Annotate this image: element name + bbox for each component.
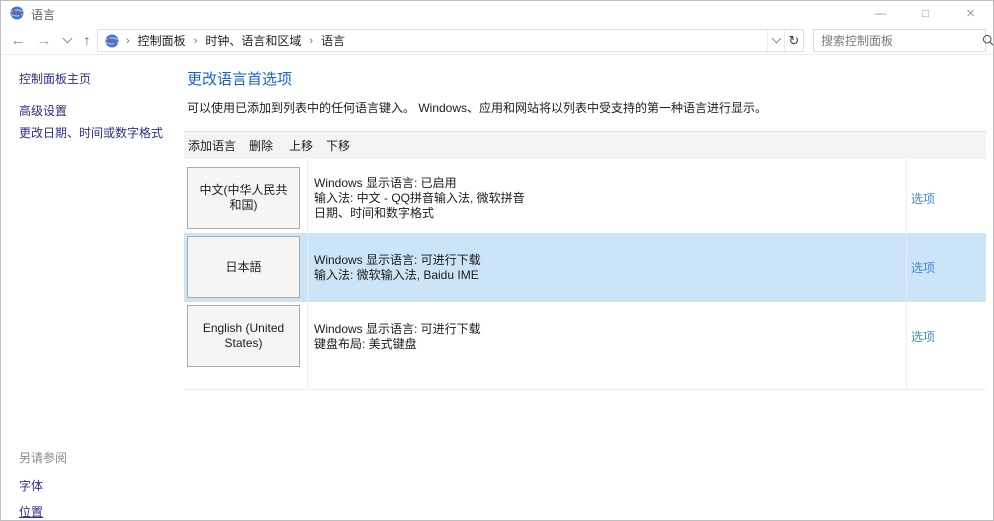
display-language-status: Windows 显示语言: 已启用 (314, 176, 874, 191)
address-bar[interactable]: › 控制面板 › 时钟、语言和区域 › 语言 ↻ (97, 29, 804, 52)
sidebar-item-control-panel-home[interactable]: 控制面板主页 (19, 70, 91, 87)
window-controls: — □ × (858, 1, 993, 25)
display-language-status: Windows 显示语言: 可进行下载 (314, 253, 874, 268)
main-content: 更改语言首选项 可以使用已添加到列表中的任何语言键入。 Windows、应用和网… (184, 55, 993, 521)
sidebar: 控制面板主页 高级设置 更改日期、时间或数字格式 另请参阅 字体 位置 (1, 55, 184, 521)
language-globe-icon (104, 33, 120, 49)
language-details: Windows 显示语言: 可进行下载 输入法: 微软输入法, Baidu IM… (314, 233, 874, 302)
move-up-button[interactable]: 上移 (289, 137, 326, 154)
sidebar-item-change-date-time-formats[interactable]: 更改日期、时间或数字格式 (19, 124, 163, 141)
search-box (813, 29, 986, 52)
refresh-icon[interactable]: ↻ (784, 30, 803, 51)
breadcrumb: › 控制面板 › 时钟、语言和区域 › 语言 (120, 32, 767, 49)
sidebar-item-advanced-settings[interactable]: 高级设置 (19, 102, 67, 119)
list-options-divider (906, 159, 907, 389)
keyboard-layout-info: 键盘布局: 美式键盘 (314, 337, 874, 352)
forward-arrow-icon[interactable]: → (33, 25, 55, 55)
up-arrow-icon[interactable]: ↑ (77, 25, 97, 55)
minimize-button[interactable]: — (858, 1, 903, 25)
language-tile-chinese[interactable]: 中文(中华人民共和国) (187, 167, 300, 229)
see-also-section: 另请参阅 字体 位置 (19, 449, 67, 521)
window-title: 语言 (31, 6, 55, 23)
input-method-info: 输入法: 中文 - QQ拼音输入法, 微软拼音 (314, 191, 874, 206)
language-details: Windows 显示语言: 已启用 输入法: 中文 - QQ拼音输入法, 微软拼… (314, 164, 874, 233)
language-details: Windows 显示语言: 可进行下载 键盘布局: 美式键盘 (314, 302, 874, 371)
navigation-bar: ← → ↑ › 控制面板 › 时钟、语言和区域 › 语言 ↻ (1, 25, 993, 55)
language-tile-english[interactable]: English (United States) (187, 305, 300, 367)
magnifier-icon[interactable] (976, 34, 994, 47)
move-down-button[interactable]: 下移 (326, 137, 363, 154)
search-input[interactable] (814, 34, 976, 48)
breadcrumb-separator: › (188, 35, 204, 47)
breadcrumb-separator: › (303, 35, 319, 47)
close-button[interactable]: × (948, 1, 993, 25)
language-list: 中文(中华人民共和国) Windows 显示语言: 已启用 输入法: 中文 - … (184, 159, 986, 390)
options-link-japanese[interactable]: 选项 (911, 233, 935, 302)
list-column-divider (307, 159, 308, 389)
window-body: 控制面板主页 高级设置 更改日期、时间或数字格式 另请参阅 字体 位置 更改语言… (1, 55, 993, 521)
options-link-english[interactable]: 选项 (911, 302, 935, 371)
breadcrumb-clock-language-region[interactable]: 时钟、语言和区域 (203, 32, 303, 49)
language-toolbar: 添加语言 删除 上移 下移 (184, 131, 986, 159)
add-language-button[interactable]: 添加语言 (188, 137, 249, 154)
sidebar-item-fonts[interactable]: 字体 (19, 477, 67, 494)
breadcrumb-language[interactable]: 语言 (319, 32, 347, 49)
address-dropdown-chevron-icon[interactable] (767, 30, 784, 51)
date-time-format-info: 日期、时间和数字格式 (314, 206, 874, 221)
language-row-chinese[interactable]: 中文(中华人民共和国) Windows 显示语言: 已启用 输入法: 中文 - … (184, 164, 986, 233)
breadcrumb-separator: › (120, 35, 136, 47)
language-globe-icon (9, 5, 25, 21)
language-row-english[interactable]: English (United States) Windows 显示语言: 可进… (184, 302, 986, 371)
language-tile-japanese[interactable]: 日本語 (187, 236, 300, 298)
maximize-button[interactable]: □ (903, 1, 948, 25)
language-row-japanese[interactable]: 日本語 Windows 显示语言: 可进行下载 输入法: 微软输入法, Baid… (184, 233, 986, 302)
history-chevron-down-icon[interactable] (59, 25, 75, 55)
remove-button[interactable]: 删除 (249, 137, 289, 154)
page-description: 可以使用已添加到列表中的任何语言键入。 Windows、应用和网站将以列表中受支… (187, 99, 767, 116)
back-arrow-icon[interactable]: ← (7, 25, 29, 55)
page-title: 更改语言首选项 (187, 68, 292, 89)
see-also-header: 另请参阅 (19, 449, 67, 466)
sidebar-item-location[interactable]: 位置 (19, 503, 67, 520)
display-language-status: Windows 显示语言: 可进行下载 (314, 322, 874, 337)
titlebar: 语言 — □ × (1, 1, 993, 25)
language-control-panel-window: 语言 — □ × ← → ↑ › 控制面板 › 时钟、语言和区域 (0, 0, 994, 521)
input-method-info: 输入法: 微软输入法, Baidu IME (314, 268, 874, 283)
options-link-chinese[interactable]: 选项 (911, 164, 935, 233)
breadcrumb-control-panel[interactable]: 控制面板 (136, 32, 188, 49)
